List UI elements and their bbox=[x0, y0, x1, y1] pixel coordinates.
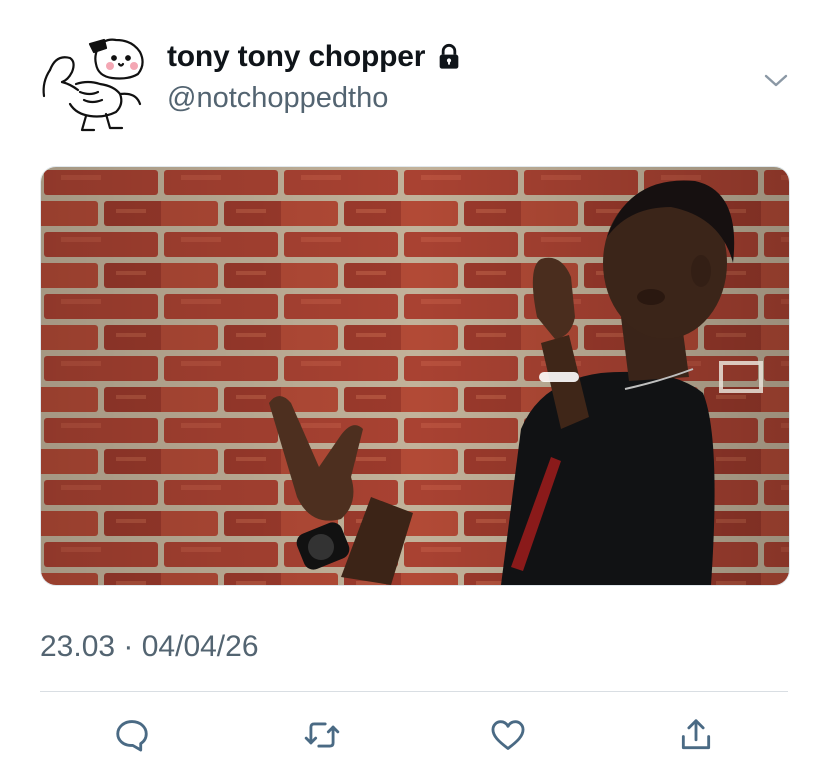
divider bbox=[40, 691, 788, 692]
more-options-button[interactable] bbox=[760, 64, 792, 96]
heart-icon bbox=[491, 720, 525, 750]
reply-icon bbox=[116, 720, 148, 752]
chevron-down-icon bbox=[764, 74, 788, 87]
tweet-media-photo[interactable] bbox=[40, 166, 790, 586]
brick-wall-photo bbox=[41, 167, 789, 585]
reply-button[interactable] bbox=[110, 713, 154, 757]
like-button[interactable] bbox=[486, 713, 530, 757]
retweet-button[interactable] bbox=[300, 713, 344, 757]
lock-icon bbox=[435, 43, 463, 71]
tweet-timestamp[interactable]: 23.03 · 04/04/26 bbox=[40, 630, 259, 664]
author-name-row: tony tony chopper bbox=[167, 40, 463, 74]
display-name[interactable]: tony tony chopper bbox=[167, 40, 425, 74]
avatar-doodle-icon bbox=[42, 38, 144, 132]
avatar[interactable] bbox=[40, 34, 152, 134]
share-icon bbox=[681, 719, 711, 750]
author-handle[interactable]: @notchoppedtho bbox=[167, 82, 388, 115]
retweet-icon bbox=[304, 722, 340, 748]
share-button[interactable] bbox=[674, 713, 718, 757]
